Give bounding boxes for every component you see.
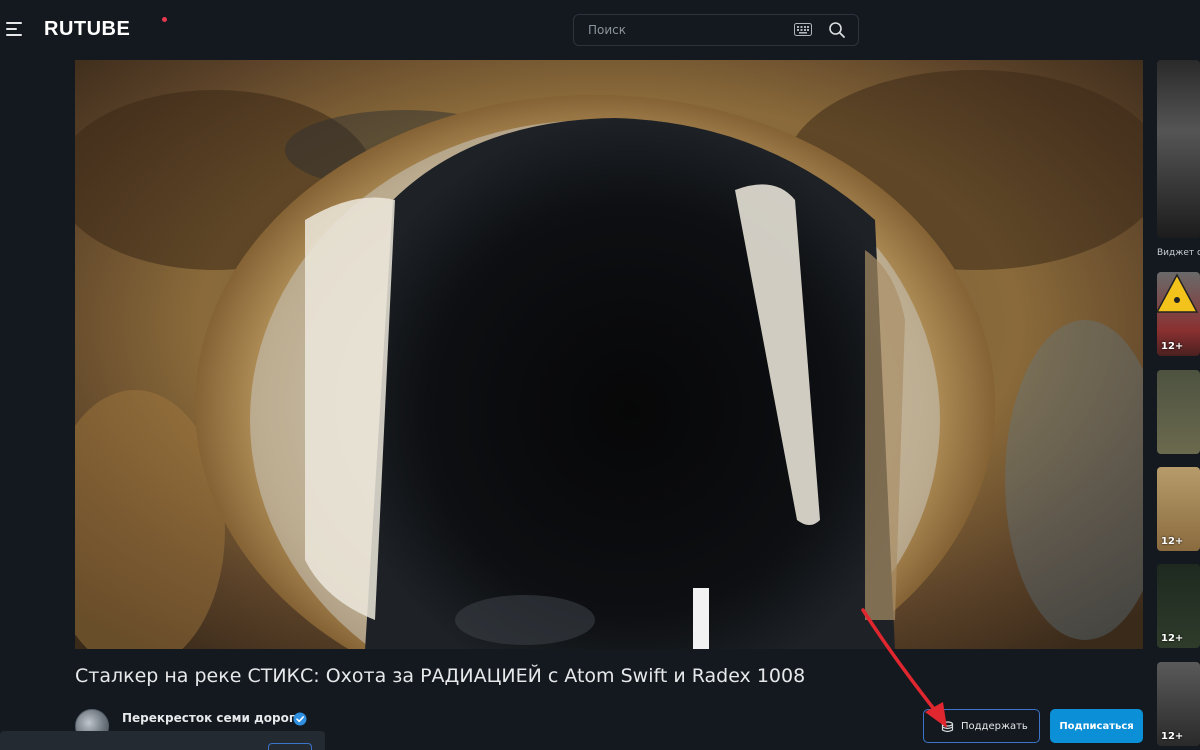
age-badge: 12+	[1161, 536, 1184, 547]
rutube-logo[interactable]: RUTUBE	[44, 18, 130, 41]
video-player[interactable]	[75, 60, 1143, 649]
subscribe-button[interactable]: Подписаться	[1050, 709, 1143, 743]
search-icon[interactable]	[828, 21, 846, 39]
search-input[interactable]	[574, 15, 784, 45]
top-header: RUTUBE	[0, 0, 1200, 60]
recommendation-thumb[interactable]: 12+	[1157, 662, 1200, 746]
recommendation-thumb[interactable]: 12+	[1157, 272, 1200, 356]
hamburger-menu-icon[interactable]	[6, 22, 22, 36]
support-button[interactable]: Поддержать	[923, 709, 1040, 743]
keyboard-icon[interactable]	[794, 23, 812, 36]
cookie-snackbar	[0, 731, 325, 750]
recommendation-thumb[interactable]	[1157, 60, 1200, 238]
recommendation-thumb[interactable]: 12+	[1157, 564, 1200, 648]
recommendation-caption: Виджет се	[1157, 248, 1200, 258]
donate-coins-icon	[941, 721, 954, 733]
support-button-label: Поддержать	[961, 721, 1028, 732]
video-title: Сталкер на реке СТИКС: Охота за РАДИАЦИЕ…	[75, 665, 806, 687]
recommendation-thumb[interactable]	[1157, 370, 1200, 454]
verified-check-icon	[293, 712, 307, 726]
channel-name[interactable]: Перекресток семи дорог	[122, 711, 295, 725]
age-badge: 12+	[1161, 731, 1184, 742]
logo-dot	[162, 17, 167, 22]
recommendations-sidebar: Виджет се 12+ 12+ 12+ 12+	[1155, 60, 1200, 750]
age-badge: 12+	[1161, 633, 1184, 644]
snackbar-button[interactable]	[268, 743, 312, 750]
video-frame	[75, 60, 1143, 649]
age-badge: 12+	[1161, 341, 1184, 352]
search-bar	[573, 14, 859, 46]
recommendation-thumb[interactable]: 12+	[1157, 467, 1200, 551]
